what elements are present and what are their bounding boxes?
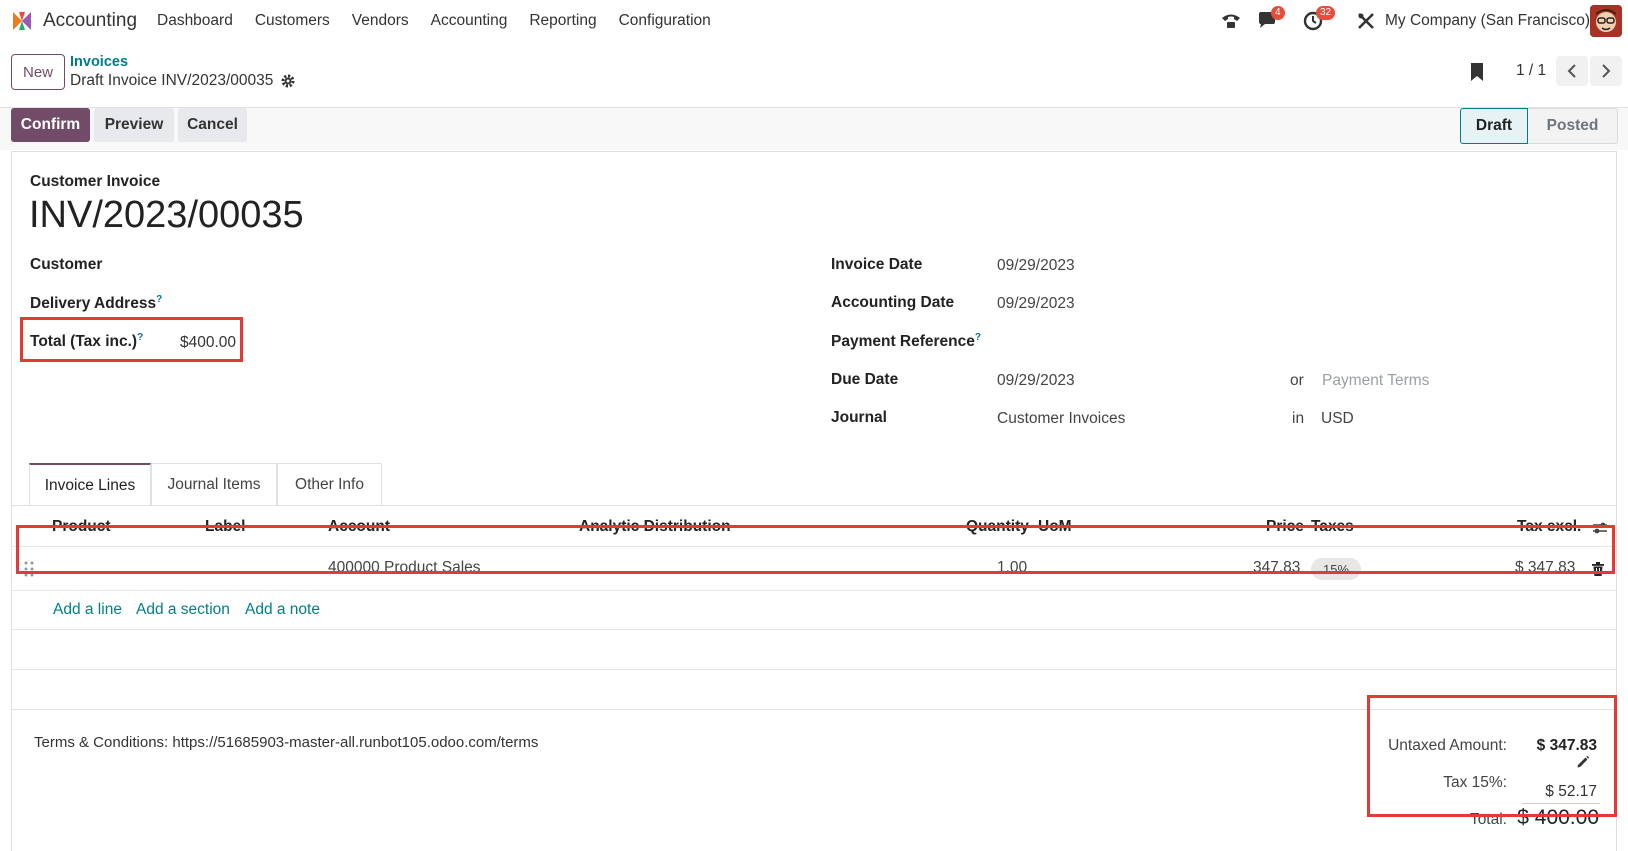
- in-label: in: [1292, 410, 1305, 427]
- menu-dashboard[interactable]: Dashboard: [157, 12, 233, 30]
- terms-and-conditions[interactable]: Terms & Conditions: https://51685903-mas…: [34, 734, 538, 751]
- help-icon[interactable]: ?: [156, 294, 162, 305]
- accounting-app-icon[interactable]: [10, 9, 34, 33]
- payment-terms-field[interactable]: Payment Terms: [1322, 372, 1429, 390]
- payment-reference-label: Payment Reference?: [831, 332, 981, 351]
- breadcrumb-current: Draft Invoice INV/2023/00035: [70, 72, 274, 89]
- invoice-type-label: Customer Invoice: [30, 173, 161, 190]
- accounting-date-label: Accounting Date: [831, 294, 955, 311]
- status-posted[interactable]: Posted: [1528, 108, 1618, 144]
- invoice-form-sheet: Customer Invoice INV/2023/00035 Customer…: [11, 151, 1617, 851]
- highlight-invoice-line: [16, 525, 1615, 574]
- row-divider: [12, 669, 1616, 670]
- chevron-left-icon: [1567, 64, 1576, 78]
- top-navbar: Accounting Dashboard Customers Vendors A…: [0, 0, 1628, 42]
- highlight-total-tax-inc: [20, 317, 243, 362]
- add-section-link[interactable]: Add a section: [136, 601, 230, 619]
- preview-button[interactable]: Preview: [94, 108, 174, 142]
- messages-icon[interactable]: 4: [1255, 6, 1285, 34]
- phone-icon[interactable]: [1220, 8, 1242, 34]
- messages-badge: 4: [1271, 6, 1285, 20]
- cancel-button[interactable]: Cancel: [178, 108, 247, 142]
- row-divider: [12, 590, 1616, 591]
- activities-badge: 32: [1316, 6, 1336, 20]
- action-bar: Confirm Preview Cancel Draft Posted: [0, 108, 1628, 150]
- currency-field[interactable]: USD: [1321, 410, 1354, 428]
- help-icon[interactable]: ?: [975, 332, 981, 343]
- invoice-number: INV/2023/00035: [29, 194, 304, 236]
- row-divider: [12, 629, 1616, 630]
- menu-vendors[interactable]: Vendors: [352, 12, 409, 30]
- tab-invoice-lines[interactable]: Invoice Lines: [29, 463, 151, 506]
- pager-next-button[interactable]: [1590, 56, 1622, 86]
- pager-previous-button[interactable]: [1556, 56, 1588, 86]
- tab-journal-items[interactable]: Journal Items: [151, 463, 277, 506]
- breadcrumb-invoices[interactable]: Invoices: [70, 54, 128, 70]
- journal-field[interactable]: Customer Invoices: [997, 410, 1125, 428]
- menu-configuration[interactable]: Configuration: [619, 12, 711, 30]
- menu-reporting[interactable]: Reporting: [529, 12, 596, 30]
- delivery-address-label: Delivery Address?: [30, 294, 163, 313]
- gear-icon[interactable]: [280, 73, 296, 89]
- customer-field[interactable]: [182, 252, 742, 278]
- due-date-label: Due Date: [831, 371, 899, 388]
- company-switcher[interactable]: My Company (San Francisco): [1385, 12, 1590, 30]
- tab-other-info[interactable]: Other Info: [277, 463, 382, 506]
- add-note-link[interactable]: Add a note: [245, 601, 320, 619]
- invoice-date-label: Invoice Date: [831, 256, 923, 273]
- activities-icon[interactable]: 32: [1300, 6, 1336, 34]
- menu-customers[interactable]: Customers: [255, 12, 330, 30]
- bookmark-icon[interactable]: [1470, 62, 1484, 82]
- accounting-date-field[interactable]: 09/29/2023: [997, 295, 1075, 313]
- add-line-link[interactable]: Add a line: [53, 601, 122, 619]
- main-menu: Dashboard Customers Vendors Accounting R…: [157, 12, 733, 30]
- tools-icon[interactable]: [1355, 8, 1377, 34]
- journal-label: Journal: [831, 409, 887, 426]
- highlight-totals: [1367, 695, 1617, 817]
- pager-value[interactable]: 1 / 1: [1516, 62, 1546, 80]
- control-panel: New Invoices Draft Invoice INV/2023/0003…: [0, 42, 1628, 108]
- confirm-button[interactable]: Confirm: [11, 108, 90, 142]
- invoice-date-field[interactable]: 09/29/2023: [997, 257, 1075, 275]
- new-button[interactable]: New: [11, 54, 65, 90]
- chevron-right-icon: [1602, 64, 1611, 78]
- customer-label: Customer: [30, 256, 103, 273]
- payment-reference-field[interactable]: [997, 328, 1597, 354]
- menu-accounting[interactable]: Accounting: [431, 12, 508, 30]
- app-name[interactable]: Accounting: [43, 10, 137, 32]
- status-draft[interactable]: Draft: [1460, 108, 1528, 144]
- status-bar: Draft Posted: [1460, 108, 1618, 144]
- due-date-field[interactable]: 09/29/2023: [997, 372, 1075, 390]
- delivery-address-field[interactable]: [182, 290, 742, 316]
- tab-divider: [12, 505, 1616, 506]
- or-label: or: [1290, 372, 1304, 389]
- user-avatar[interactable]: [1590, 5, 1622, 37]
